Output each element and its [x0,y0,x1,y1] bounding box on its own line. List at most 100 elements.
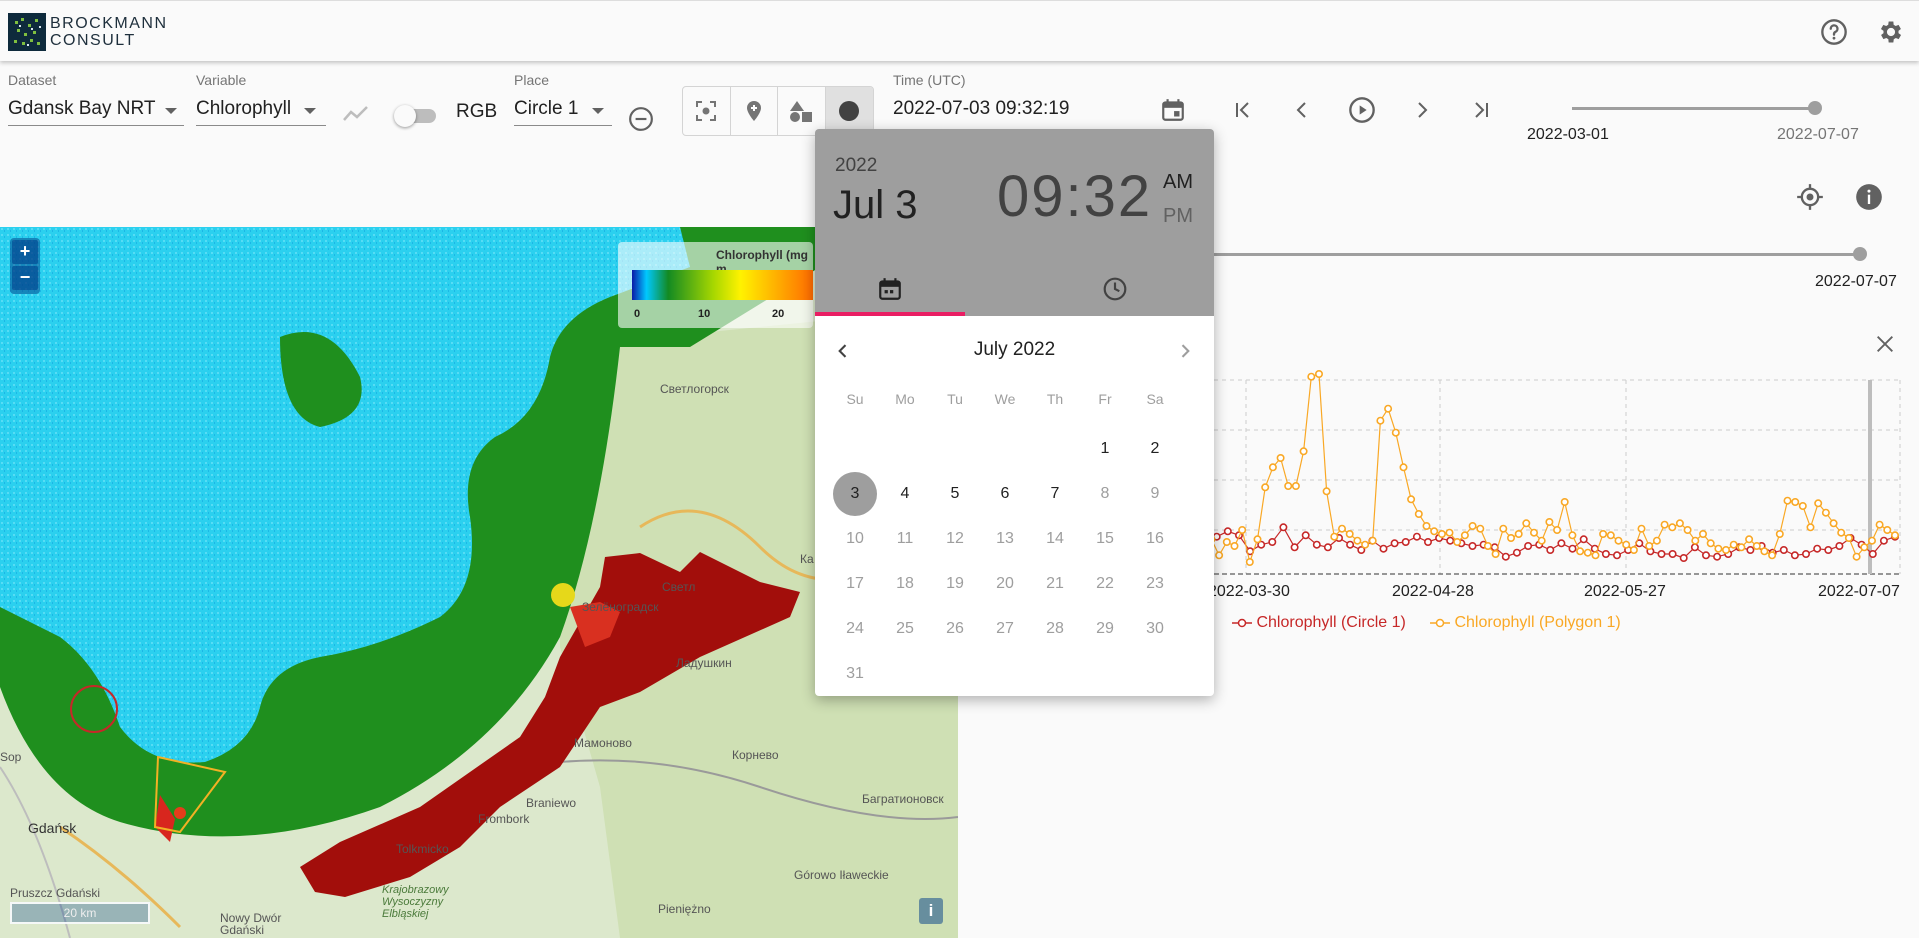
data-point[interactable] [1390,539,1399,548]
data-point[interactable] [1714,544,1723,553]
data-point[interactable] [1522,519,1531,528]
data-point[interactable] [1746,546,1755,555]
data-point[interactable] [1346,540,1355,549]
data-point[interactable] [1691,536,1700,545]
data-point[interactable] [1245,558,1254,567]
data-point[interactable] [1284,482,1293,491]
data-point[interactable] [1790,551,1799,560]
data-point[interactable] [1253,535,1262,544]
data-point[interactable] [1713,552,1722,561]
picker-time-tab[interactable] [1065,265,1165,313]
close-chart-icon[interactable] [1865,324,1905,364]
data-point[interactable] [1468,522,1477,531]
colorbar-legend[interactable]: Chlorophyll (mg m 0 10 20 [618,242,813,328]
data-point[interactable] [1867,536,1876,545]
data-point[interactable] [1430,527,1439,536]
picker-am[interactable]: AM [1163,171,1193,194]
data-point[interactable] [1583,548,1592,557]
calendar-day[interactable]: 6 [983,472,1027,516]
data-point[interactable] [1553,526,1562,535]
data-point[interactable] [1821,508,1830,517]
zoom-out-button[interactable]: − [12,266,38,290]
time-slider-thumb[interactable] [1853,247,1867,261]
data-point[interactable] [1299,447,1308,456]
data-point[interactable] [1829,519,1838,528]
data-point[interactable] [1668,523,1677,532]
legend-item-polygon[interactable]: Chlorophyll (Polygon 1) [1430,614,1621,632]
data-point[interactable] [1422,522,1431,531]
data-point[interactable] [1290,543,1299,552]
data-point[interactable] [1868,550,1877,559]
data-point[interactable] [1268,463,1277,472]
data-point[interactable] [1721,546,1730,555]
calendar-day[interactable]: 4 [883,472,927,516]
calendar-icon[interactable] [1153,90,1193,130]
data-point[interactable] [1622,540,1631,549]
data-point[interactable] [1599,530,1608,539]
data-point[interactable] [1512,548,1521,557]
first-step-icon[interactable] [1223,90,1263,130]
time-input[interactable]: 2022-07-03 09:32:19 [893,94,1153,126]
data-point[interactable] [1453,538,1462,547]
data-point[interactable] [1875,520,1884,529]
data-point[interactable] [1379,544,1388,553]
data-point[interactable] [1222,538,1231,547]
data-point[interactable] [1546,546,1555,555]
picker-date-tab[interactable] [815,265,965,313]
data-point[interactable] [1407,495,1416,504]
data-point[interactable] [1706,539,1715,548]
data-point[interactable] [1291,482,1300,491]
data-point[interactable] [1591,551,1600,560]
picker-year[interactable]: 2022 [835,155,877,177]
data-point[interactable] [1791,498,1800,507]
data-point[interactable] [1576,547,1585,556]
time-range-track[interactable] [1572,107,1816,110]
data-point[interactable] [1690,543,1699,552]
data-point[interactable] [1460,531,1469,540]
data-point[interactable] [1798,502,1807,511]
data-point[interactable] [1601,550,1610,559]
data-point[interactable] [1307,372,1316,381]
data-point[interactable] [1279,523,1288,532]
data-point[interactable] [1729,540,1738,549]
data-point[interactable] [1768,551,1777,560]
data-point[interactable] [1614,536,1623,545]
data-point[interactable] [1276,454,1285,463]
data-point[interactable] [1637,524,1646,533]
data-point[interactable] [1529,528,1538,537]
data-point[interactable] [1412,532,1421,541]
add-time-series-icon[interactable] [342,104,370,129]
data-point[interactable] [1752,542,1761,551]
data-point[interactable] [1506,534,1515,543]
data-point[interactable] [1837,528,1846,537]
data-point[interactable] [1476,524,1485,533]
data-point[interactable] [1660,520,1669,529]
data-point[interactable] [1215,551,1224,560]
data-point[interactable] [1401,538,1410,547]
data-point[interactable] [1514,530,1523,539]
data-point[interactable] [1322,487,1331,496]
data-point[interactable] [1446,536,1455,545]
calendar-day[interactable]: 1 [1083,427,1127,471]
add-circle-icon[interactable] [825,87,873,135]
picker-pm[interactable]: PM [1163,205,1193,228]
data-point[interactable] [1301,531,1310,540]
time-slider-track[interactable] [1150,253,1860,256]
data-point[interactable] [1813,544,1822,553]
data-point[interactable] [1312,540,1321,549]
picker-date[interactable]: Jul 3 [833,183,918,228]
rgb-toggle[interactable] [394,104,440,127]
data-point[interactable] [1414,510,1423,519]
time-series-chart[interactable]: 2022-03-30 2022-04-28 2022-05-27 2022-07… [1150,370,1910,610]
calendar-day[interactable]: 7 [1033,472,1077,516]
data-point[interactable] [1675,519,1684,528]
add-point-icon[interactable] [731,87,778,135]
data-point[interactable] [1701,551,1710,560]
data-point[interactable] [1261,483,1270,492]
variable-select[interactable]: Chlorophyll [196,94,326,126]
data-point[interactable] [1775,530,1784,539]
data-point[interactable] [1368,536,1377,545]
data-point[interactable] [1545,518,1554,527]
place-select[interactable]: Circle 1 [514,94,612,126]
data-point[interactable] [1230,542,1239,551]
